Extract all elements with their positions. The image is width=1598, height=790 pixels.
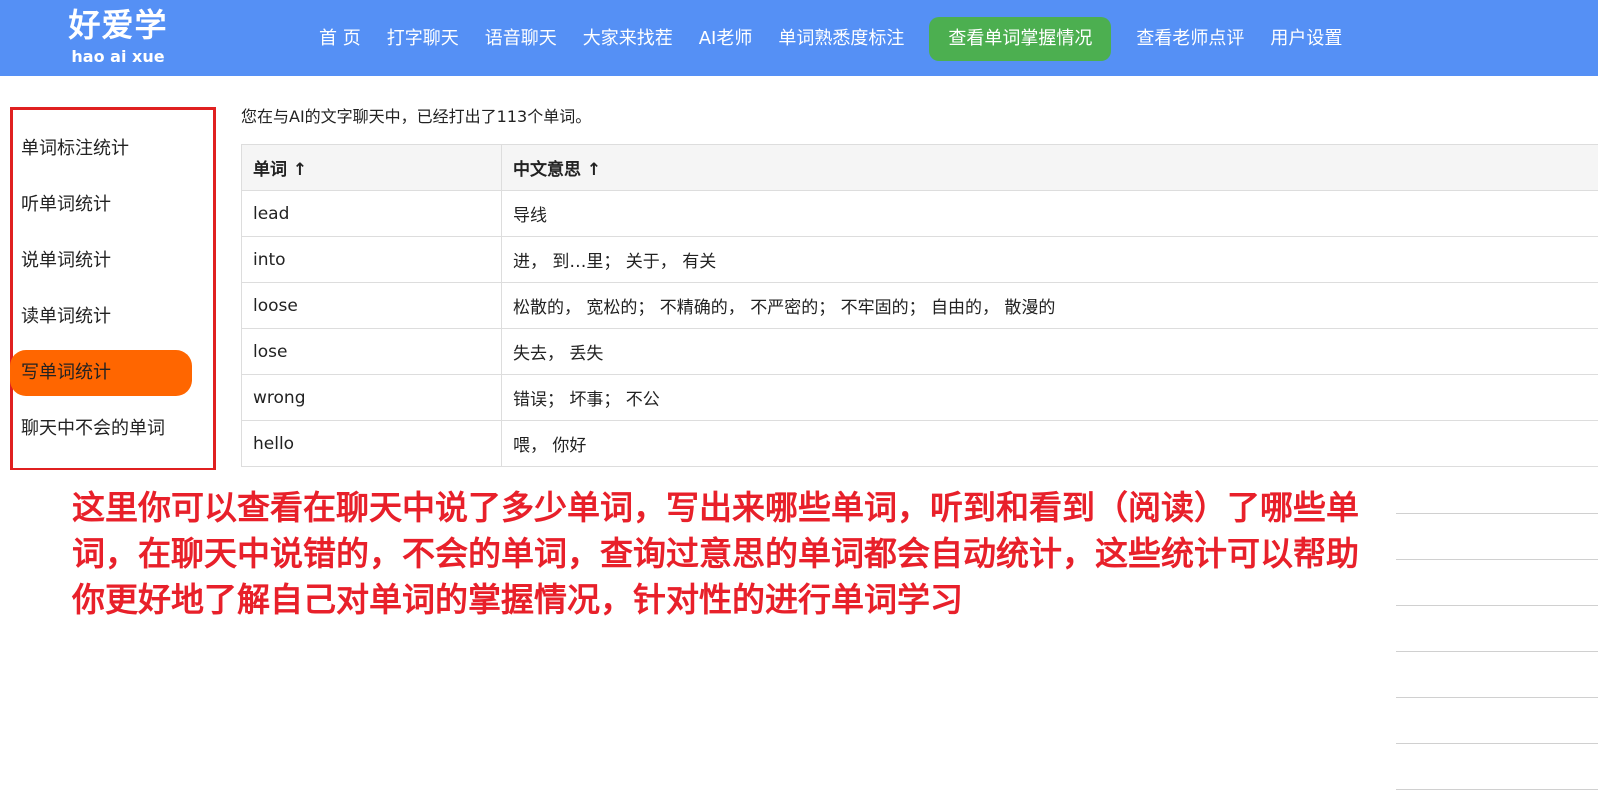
word-cell: lead bbox=[242, 191, 502, 237]
word-count-message: 您在与AI的文字聊天中，已经打出了113个单词。 bbox=[241, 103, 591, 127]
sidebar-item-1[interactable]: 听单词统计 bbox=[21, 182, 111, 228]
top-navbar: 好爱学 hao ai xue 首 页打字聊天语音聊天大家来找茬AI老师单词熟悉度… bbox=[0, 0, 1598, 76]
table-row: into进， 到…里； 关于， 有关 bbox=[242, 237, 1598, 283]
nav-item-3[interactable]: 大家来找茬 bbox=[570, 17, 686, 61]
column-header-word[interactable]: 单词 ↑ bbox=[242, 145, 502, 191]
meaning-cell: 喂， 你好 bbox=[502, 421, 1598, 467]
logo-subtext: hao ai xue bbox=[56, 46, 180, 68]
sidebar: 单词标注统计听单词统计说单词统计读单词统计写单词统计聊天中不会的单词 bbox=[10, 107, 216, 471]
words-table: 单词 ↑ 中文意思 ↑ lead导线into进， 到…里； 关于， 有关loos… bbox=[241, 144, 1598, 467]
logo-text: 好爱学 bbox=[56, 4, 180, 46]
nav-item-0[interactable]: 首 页 bbox=[306, 17, 374, 61]
annotation-text: 这里你可以查看在聊天中说了多少单词，写出来哪些单词，听到和看到（阅读）了哪些单词… bbox=[72, 485, 1372, 623]
word-cell: wrong bbox=[242, 375, 502, 421]
sidebar-item-3[interactable]: 读单词统计 bbox=[21, 294, 111, 340]
sidebar-item-4[interactable]: 写单词统计 bbox=[10, 350, 192, 396]
annotation-overlay: 这里你可以查看在聊天中说了多少单词，写出来哪些单词，听到和看到（阅读）了哪些单词… bbox=[0, 470, 1396, 760]
word-cell: hello bbox=[242, 421, 502, 467]
row-divider bbox=[1396, 513, 1598, 514]
word-cell: loose bbox=[242, 283, 502, 329]
row-divider bbox=[1396, 743, 1598, 744]
meaning-cell: 进， 到…里； 关于， 有关 bbox=[502, 237, 1598, 283]
meaning-cell: 错误； 坏事； 不公 bbox=[502, 375, 1598, 421]
meaning-cell: 导线 bbox=[502, 191, 1598, 237]
nav-item-7[interactable]: 查看老师点评 bbox=[1123, 17, 1257, 61]
nav-item-8[interactable]: 用户设置 bbox=[1257, 17, 1355, 61]
sidebar-item-0[interactable]: 单词标注统计 bbox=[21, 126, 129, 172]
main-nav: 首 页打字聊天语音聊天大家来找茬AI老师单词熟悉度标注查看单词掌握情况查看老师点… bbox=[306, 17, 1355, 61]
meaning-cell: 失去， 丢失 bbox=[502, 329, 1598, 375]
word-cell: into bbox=[242, 237, 502, 283]
sidebar-item-5[interactable]: 聊天中不会的单词 bbox=[21, 406, 165, 452]
nav-item-2[interactable]: 语音聊天 bbox=[472, 17, 570, 61]
nav-item-4[interactable]: AI老师 bbox=[686, 17, 766, 61]
row-divider bbox=[1396, 697, 1598, 698]
table-row: hello喂， 你好 bbox=[242, 421, 1598, 467]
table-row: wrong错误； 坏事； 不公 bbox=[242, 375, 1598, 421]
table-row: lead导线 bbox=[242, 191, 1598, 237]
row-divider bbox=[1396, 605, 1598, 606]
row-divider bbox=[1396, 559, 1598, 560]
word-cell: lose bbox=[242, 329, 502, 375]
nav-item-1[interactable]: 打字聊天 bbox=[374, 17, 472, 61]
nav-item-5[interactable]: 单词熟悉度标注 bbox=[765, 17, 917, 61]
meaning-cell: 松散的， 宽松的； 不精确的， 不严密的； 不牢固的； 自由的， 散漫的 bbox=[502, 283, 1598, 329]
table-row: loose松散的， 宽松的； 不精确的， 不严密的； 不牢固的； 自由的， 散漫… bbox=[242, 283, 1598, 329]
sidebar-item-2[interactable]: 说单词统计 bbox=[21, 238, 111, 284]
row-divider bbox=[1396, 651, 1598, 652]
table-row: lose失去， 丢失 bbox=[242, 329, 1598, 375]
column-header-meaning[interactable]: 中文意思 ↑ bbox=[502, 145, 1598, 191]
logo[interactable]: 好爱学 hao ai xue bbox=[56, 4, 180, 68]
nav-item-6[interactable]: 查看单词掌握情况 bbox=[929, 17, 1111, 61]
